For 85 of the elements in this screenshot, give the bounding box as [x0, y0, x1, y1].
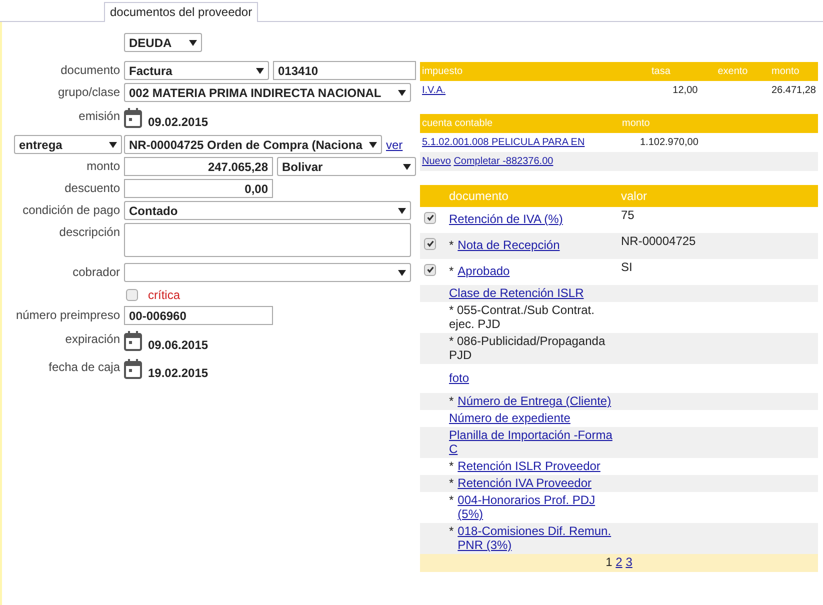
amount-field[interactable]: 0,00: [124, 179, 273, 198]
action-link[interactable]: Nuevo: [422, 156, 451, 167]
caret-icon: [398, 90, 406, 96]
checkbox[interactable]: [424, 238, 436, 250]
current-page: 1: [606, 555, 612, 569]
table-cell: 26.471,28: [772, 85, 816, 96]
caret-icon: [398, 270, 406, 276]
calendar-icon[interactable]: [124, 331, 142, 351]
document-text: * 086-Publicidad/Propaganda PJD: [449, 334, 606, 362]
date-value: 19.02.2015: [148, 365, 208, 380]
caret-icon: [369, 142, 377, 148]
input-field[interactable]: 013410: [273, 61, 416, 80]
document-link[interactable]: Planilla de Importación -Forma C: [449, 428, 617, 456]
column-header: exento: [700, 62, 770, 81]
field-label: emisión: [78, 109, 120, 123]
select-field[interactable]: NR-00004725 Orden de Compra (Naciona: [124, 135, 382, 154]
calendar-icon[interactable]: [124, 108, 142, 128]
date-value: 09.06.2015: [148, 337, 208, 352]
field-label: documento: [60, 63, 120, 77]
page-link[interactable]: 2: [616, 555, 622, 569]
field-label: descripción: [59, 225, 120, 239]
document-link[interactable]: Aprobado: [458, 264, 510, 278]
checkbox[interactable]: [424, 212, 436, 224]
table-cell: 1.102.970,00: [640, 137, 698, 148]
select-field[interactable]: Factura: [124, 61, 269, 80]
field-label: cobrador: [72, 265, 120, 279]
field-label: fecha de caja: [48, 360, 120, 374]
field-label: número preimpreso: [16, 308, 120, 322]
checkbox-label: crítica: [148, 288, 180, 302]
caret-icon: [256, 68, 264, 74]
field-label: descuento: [64, 181, 120, 195]
document-link[interactable]: 018-Comisiones Dif. Remun. PNR (3%): [458, 524, 617, 552]
type-select[interactable]: DEUDA: [124, 33, 202, 52]
select-field[interactable]: [124, 263, 411, 282]
amount-field[interactable]: 247.065,28: [124, 157, 273, 176]
document-value: NR-00004725: [621, 234, 696, 248]
document-link[interactable]: 004-Honorarios Prof. PDJ (5%): [458, 493, 617, 521]
required-mark: *: [449, 264, 454, 278]
column-header: valor: [619, 185, 818, 207]
required-mark: *: [449, 524, 454, 538]
view-link[interactable]: ver: [386, 138, 403, 152]
checkbox[interactable]: [126, 289, 138, 301]
required-mark: *: [449, 238, 454, 252]
column-header: documento: [447, 185, 619, 207]
calendar-icon[interactable]: [124, 359, 142, 379]
document-text: * 055-Contrat./Sub Contrat. ejec. PJD: [449, 303, 596, 331]
tax-link[interactable]: I.V.A.: [422, 85, 446, 96]
action-link[interactable]: Completar -882376.00: [454, 156, 554, 167]
column-header: cuenta contable: [420, 114, 620, 133]
field-label: monto: [86, 159, 120, 173]
table-cell: 12,00: [672, 85, 698, 96]
select-field[interactable]: Contado: [124, 201, 411, 220]
document-link[interactable]: Retención ISLR Proveedor: [458, 459, 600, 473]
column-header: tasa: [622, 62, 700, 81]
document-value: 75: [621, 208, 634, 222]
required-mark: *: [449, 476, 454, 490]
caret-icon: [189, 40, 197, 46]
required-mark: *: [449, 459, 454, 473]
checkbox[interactable]: [424, 264, 436, 276]
date-value: 09.02.2015: [148, 114, 208, 129]
account-link[interactable]: 5.1.02.001.008 PELICULA PARA EN: [422, 137, 585, 148]
document-link[interactable]: Nota de Recepción: [458, 238, 560, 252]
column-header: monto: [770, 62, 818, 81]
document-link[interactable]: Número de expediente: [449, 411, 570, 425]
column-header: impuesto: [420, 62, 622, 81]
currency-select[interactable]: Bolivar: [277, 157, 416, 176]
caret-icon: [398, 208, 406, 214]
mode-select[interactable]: entrega: [14, 135, 122, 154]
document-link[interactable]: foto: [449, 371, 470, 385]
required-mark: *: [449, 493, 454, 507]
input-field[interactable]: 00-006960: [124, 306, 273, 325]
required-mark: *: [449, 394, 454, 408]
field-label: condición de pago: [22, 203, 120, 217]
document-value: SI: [621, 260, 632, 274]
caret-icon: [403, 164, 411, 170]
document-link[interactable]: Retención de IVA (%): [449, 212, 563, 226]
document-link[interactable]: Retención IVA Proveedor: [458, 476, 592, 490]
column-header: monto: [620, 114, 818, 133]
tab[interactable]: documentos del proveedor: [104, 2, 258, 22]
field-label: expiración: [65, 332, 120, 346]
select-field[interactable]: 002 MATERIA PRIMA INDIRECTA NACIONAL: [124, 83, 411, 102]
page-link[interactable]: 3: [626, 555, 632, 569]
document-link[interactable]: Número de Entrega (Cliente): [458, 394, 612, 408]
caret-icon: [109, 142, 117, 148]
field-label: grupo/clase: [58, 85, 120, 99]
